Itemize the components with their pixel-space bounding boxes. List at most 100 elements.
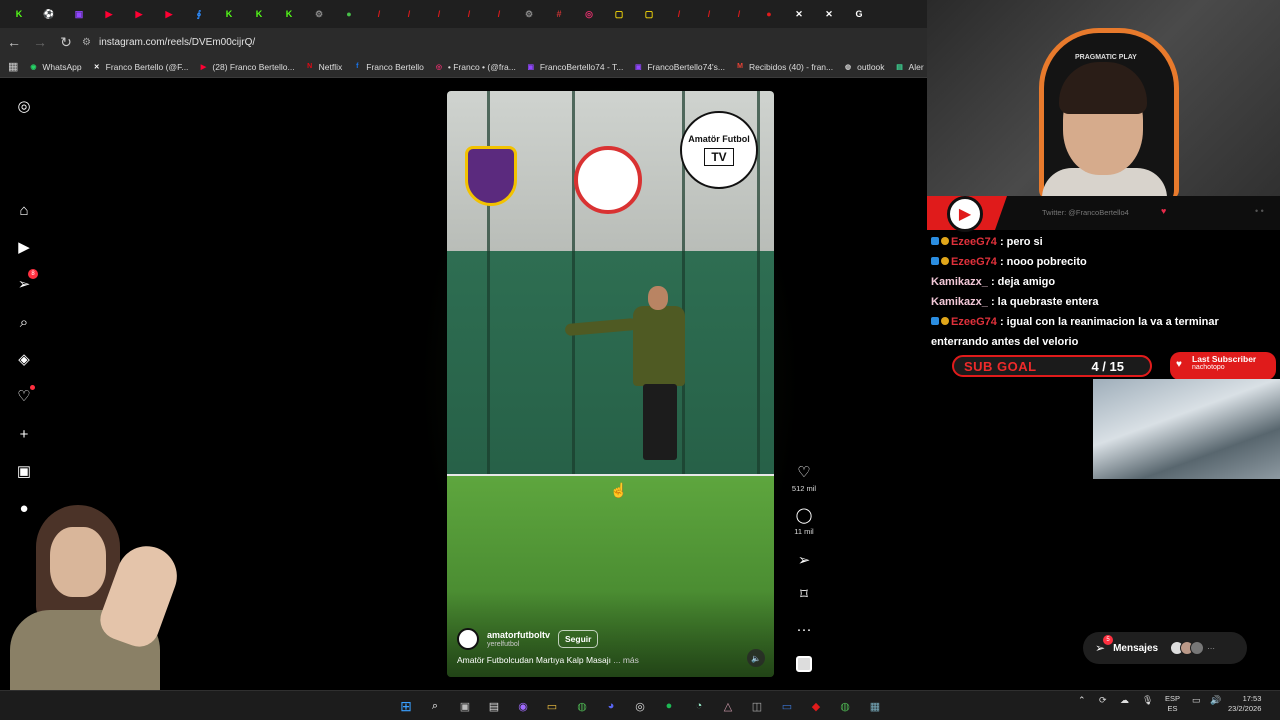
bookmark-label: Franco Bertello (366, 61, 424, 72)
browser-tab[interactable]: / (724, 3, 754, 25)
audio-button[interactable] (788, 656, 820, 672)
chevron-up-icon[interactable]: ⌃ (1078, 695, 1086, 706)
bookmark-item[interactable]: ◍ outlook (843, 62, 884, 72)
browser-tab[interactable]: ⚙ (514, 3, 544, 25)
clock[interactable]: 17:53 23/2/2026 (1228, 694, 1261, 714)
chrome-icon[interactable]: ◍ (836, 697, 854, 715)
browser-tab[interactable]: K (4, 3, 34, 25)
back-button[interactable]: ← (2, 30, 26, 54)
messages-button[interactable]: ➢ 5 Mensajes ··· (1083, 632, 1247, 664)
reload-button[interactable]: ↻ (54, 30, 78, 54)
steam-icon[interactable]: ◔ (690, 697, 708, 715)
browser-tab[interactable]: ◎ (574, 3, 604, 25)
bookmark-item[interactable]: ▣ FrancoBertello74 - T... (526, 62, 624, 72)
stream-overlay: PRAGMATIC PLAY ▶ Twitter: @FrancoBertell… (927, 0, 1280, 690)
url-field[interactable]: ⚙ instagram.com/reels/DVEm00cijrQ/ (82, 31, 255, 53)
browser-tab[interactable]: ▶ (94, 3, 124, 25)
file-explorer-icon[interactable]: ▭ (543, 697, 561, 715)
browser-tab[interactable]: / (364, 3, 394, 25)
browser-tab[interactable]: / (694, 3, 724, 25)
caption-more-link[interactable]: ... más (613, 655, 639, 665)
browser-tab[interactable]: ⚽ (34, 3, 64, 25)
share-button[interactable]: ➢ (788, 552, 820, 570)
volume-icon[interactable]: 🔊 (1210, 695, 1221, 706)
bookmark-item[interactable]: ✕ Franco Bertello (@F... (92, 62, 189, 72)
browser-tab[interactable]: ∮ (184, 3, 214, 25)
gmail-icon: M (737, 63, 743, 70)
browser-tab[interactable]: K (274, 3, 304, 25)
browser-tab[interactable]: K (214, 3, 244, 25)
browser-tab[interactable]: K (244, 3, 274, 25)
tray-app-icon[interactable]: ⟳ (1099, 695, 1107, 706)
browser-tab[interactable]: ⚙ (304, 3, 334, 25)
browser-tab[interactable]: G (844, 3, 874, 25)
obs-icon[interactable]: ◎ (631, 697, 649, 715)
browser-tab[interactable]: ▢ (604, 3, 634, 25)
browser-tab[interactable]: / (484, 3, 514, 25)
chrome-icon[interactable]: ◍ (573, 697, 591, 715)
browser-tab[interactable]: / (454, 3, 484, 25)
bookmark-item[interactable]: ▶ (28) Franco Bertello... (198, 62, 295, 72)
browser-tab[interactable]: / (394, 3, 424, 25)
notifications-heart-icon[interactable]: ♡ (14, 385, 35, 406)
spotify-icon[interactable]: ● (660, 697, 678, 715)
task-view-icon[interactable]: ▣ (456, 697, 474, 715)
browser-tab[interactable]: ▣ (64, 3, 94, 25)
browser-tab[interactable]: / (664, 3, 694, 25)
bookmark-item[interactable]: N Netflix (305, 62, 342, 72)
home-icon[interactable]: ⌂ (14, 200, 34, 220)
browser-tab[interactable]: ▶ (154, 3, 184, 25)
dashboard-icon[interactable]: ▣ (14, 461, 34, 481)
forward-button[interactable]: → (28, 30, 52, 54)
browser-tab[interactable]: ▶ (124, 3, 154, 25)
monitor-icon[interactable]: ▭ (778, 697, 796, 715)
explore-icon[interactable]: ◈ (14, 349, 34, 369)
more-options-button[interactable]: ··· (788, 621, 820, 639)
reel-video[interactable]: Amatör Futbol TV amatorfutboltv yerelfut… (447, 91, 774, 677)
language-indicator[interactable]: ESP ES (1165, 694, 1180, 714)
game-icon: ⚙ (524, 9, 534, 19)
like-button[interactable]: ♡ 512 mil (788, 464, 820, 493)
bookmark-item[interactable]: ◎ • Franco • (@fra... (434, 62, 516, 72)
browser-tab[interactable]: ▢ (634, 3, 664, 25)
browser-tab[interactable]: # (544, 3, 574, 25)
author-avatar[interactable] (457, 628, 479, 650)
cloud-icon[interactable]: ☁ (1120, 695, 1129, 706)
store-icon[interactable]: ▤ (485, 697, 503, 715)
instagram-logo-icon[interactable]: ◎ (14, 96, 34, 116)
browser-tab[interactable]: ✕ (814, 3, 844, 25)
follow-button[interactable]: Seguir (558, 630, 599, 648)
bookmark-item[interactable]: ▣ FrancoBertello74's... (633, 62, 725, 72)
author-name[interactable]: amatorfutboltv (487, 630, 550, 640)
browser-tab[interactable]: ● (334, 3, 364, 25)
bookmark-item[interactable]: ▤ Aler (895, 62, 923, 72)
apps-grid-icon[interactable]: ▦ (8, 60, 18, 73)
browser-tab[interactable]: ✕ (784, 3, 814, 25)
reels-icon[interactable]: ▶ (14, 237, 34, 257)
search-icon[interactable]: ⌕ (426, 697, 444, 715)
discord-icon[interactable]: ◕ (602, 697, 620, 715)
browser-tab[interactable]: ● (754, 3, 784, 25)
twitch-icon: ▣ (635, 63, 642, 71)
windows-start-icon[interactable]: ⊞ (397, 697, 415, 715)
create-plus-icon[interactable]: + (14, 424, 34, 444)
site-info-icon[interactable]: ⚙ (82, 37, 91, 48)
bookmark-item[interactable]: M Recibidos (40) - fran... (735, 62, 833, 72)
search-icon[interactable]: ⌕ (14, 312, 34, 332)
microphone-icon[interactable]: 🎙 (1142, 695, 1153, 706)
save-button[interactable]: ⌑ (788, 586, 820, 604)
mute-icon[interactable]: 🔈 (747, 649, 765, 667)
app-icon[interactable]: ◆ (807, 697, 825, 715)
audio-thumbnail-icon (796, 656, 812, 672)
app-icon[interactable]: ◉ (514, 697, 532, 715)
app-icon: ∮ (196, 9, 202, 19)
bookmark-item[interactable]: f Franco Bertello (352, 62, 424, 72)
calculator-icon[interactable]: ▦ (866, 697, 884, 715)
comment-button[interactable]: ◯ 11 mil (788, 507, 820, 536)
bookmark-item[interactable]: ◉ WhatsApp (28, 62, 81, 72)
direct-messages-icon[interactable]: ➢ 8 (14, 269, 38, 294)
network-icon[interactable]: ▭ (1192, 695, 1201, 706)
app-icon[interactable]: △ (719, 697, 737, 715)
app-icon[interactable]: ◫ (748, 697, 766, 715)
browser-tab[interactable]: / (424, 3, 454, 25)
